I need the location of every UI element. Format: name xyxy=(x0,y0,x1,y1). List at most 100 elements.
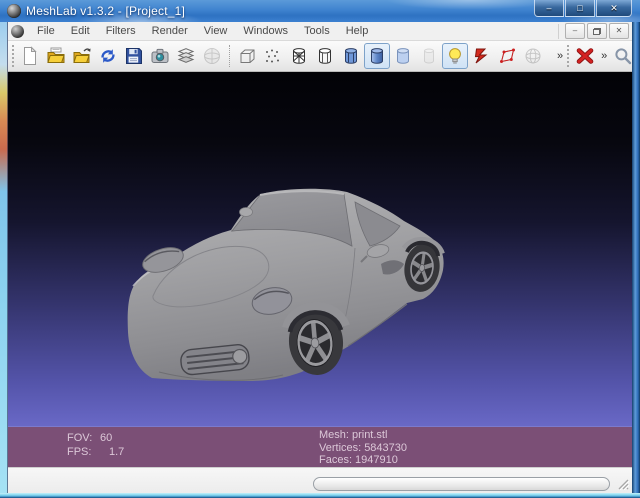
layer-dialog-button[interactable] xyxy=(173,43,199,69)
mdi-minimize-button[interactable]: – xyxy=(565,23,585,39)
search-icon xyxy=(615,48,632,65)
hud-info-bar: FOV: 60 FPS: 1.7 Mesh: print.stl Vertices: 5… xyxy=(8,427,632,467)
hud-mesh-stats: Mesh: print.stl Vertices: 5843730 Faces: 19… xyxy=(319,429,407,467)
trackball-icon xyxy=(525,48,541,64)
fov-label: FOV: xyxy=(67,432,93,444)
menubar-divider xyxy=(558,23,559,39)
meshlab-logo-icon xyxy=(7,4,21,18)
light-toggle-button[interactable] xyxy=(442,43,468,69)
render-hidden-lines-button[interactable] xyxy=(312,43,338,69)
vertices-row: Vertices: 5843730 xyxy=(319,442,407,455)
toolbar-drag-handle[interactable] xyxy=(12,45,14,67)
toolbar-separator xyxy=(229,45,230,67)
render-flat-button[interactable] xyxy=(390,43,416,69)
fps-label: FPS: xyxy=(67,445,92,458)
light-bulb-icon xyxy=(449,48,461,64)
resize-grip-icon[interactable] xyxy=(618,479,629,490)
toolbar-overflow-chevron[interactable]: » xyxy=(554,43,566,69)
menu-view[interactable]: View xyxy=(196,22,236,40)
render-texture-button[interactable] xyxy=(416,43,442,69)
progress-bar xyxy=(313,477,610,491)
left-mirror xyxy=(239,207,253,217)
menu-help[interactable]: Help xyxy=(338,22,377,40)
reload-icon xyxy=(101,49,115,63)
render-points-button[interactable] xyxy=(260,43,286,69)
window-frame-bottom xyxy=(0,493,640,498)
mdi-window-controls: – ✕ xyxy=(563,23,629,39)
menu-render[interactable]: Render xyxy=(144,22,196,40)
render-bbox-button[interactable] xyxy=(234,43,260,69)
globe-icon xyxy=(204,48,220,64)
title-bar[interactable]: MeshLab v1.3.2 - [Project_1] – □ ✕ xyxy=(0,0,640,22)
save-button[interactable] xyxy=(121,43,147,69)
fov-row: FOV: 60 xyxy=(67,432,124,446)
project-window-icon[interactable] xyxy=(11,24,24,38)
window-frame-right xyxy=(632,22,640,493)
render-smooth-button[interactable] xyxy=(364,43,390,69)
window-controls: – □ ✕ xyxy=(533,0,632,17)
car-mesh-model xyxy=(127,188,445,381)
delete-current-mesh-button[interactable] xyxy=(572,43,598,69)
backface-culling-button[interactable] xyxy=(468,43,494,69)
layers-icon xyxy=(177,48,195,63)
menu-file[interactable]: File xyxy=(29,22,63,40)
save-icon xyxy=(126,48,142,64)
fps-value: 1.7 xyxy=(109,445,125,458)
mesh-label: Mesh: xyxy=(319,429,349,441)
window-frame-left xyxy=(0,22,8,493)
fov-value: 60 xyxy=(100,432,113,444)
viewport-canvas[interactable]: FOV: 60 FPS: 1.7 Mesh: print.stl Vertices: 5… xyxy=(8,72,632,467)
mesh-row: Mesh: print.stl xyxy=(319,429,407,442)
menu-tools[interactable]: Tools xyxy=(296,22,338,40)
new-document-icon xyxy=(24,46,37,65)
window-title: MeshLab v1.3.2 - [Project_1] xyxy=(26,4,186,18)
selection-decorator-button[interactable] xyxy=(494,43,520,69)
snapshot-button[interactable] xyxy=(147,43,173,69)
fps-row: FPS: 1.7 xyxy=(67,446,124,460)
search-button[interactable] xyxy=(610,43,636,69)
menu-bar: File Edit Filters Render View Windows To… xyxy=(8,22,632,41)
menu-filters[interactable]: Filters xyxy=(98,22,144,40)
import-mesh-icon xyxy=(73,48,91,63)
mdi-close-button[interactable]: ✕ xyxy=(609,23,629,39)
open-project-button[interactable] xyxy=(43,43,69,69)
new-project-button[interactable] xyxy=(17,43,43,69)
faces-label: Faces: xyxy=(319,454,353,467)
bounding-box-icon xyxy=(240,49,255,63)
render-flat-lines-button[interactable] xyxy=(338,43,364,69)
flat-cylinder-icon xyxy=(397,48,409,64)
reload-button[interactable] xyxy=(95,43,121,69)
status-bar xyxy=(8,467,632,493)
red-edge-mesh-icon xyxy=(500,48,515,63)
toolbar-overflow-chevron[interactable]: » xyxy=(598,43,610,69)
vertices-value: 5843730 xyxy=(364,441,408,454)
points-icon xyxy=(266,49,279,63)
restore-icon xyxy=(593,27,601,35)
menu-windows[interactable]: Windows xyxy=(235,22,296,40)
hidden-lines-cylinder-icon xyxy=(319,48,331,64)
texture-icon xyxy=(424,48,434,64)
minimize-button[interactable]: – xyxy=(534,0,564,17)
mesh-value: print.stl xyxy=(351,429,388,441)
render-wireframe-button[interactable] xyxy=(286,43,312,69)
faces-row: Faces: 1947910 xyxy=(319,454,407,467)
flat-lines-cylinder-icon xyxy=(345,48,357,64)
vertices-label: Vertices: xyxy=(319,441,362,454)
trackball-button[interactable] xyxy=(520,43,546,69)
menu-edit[interactable]: Edit xyxy=(63,22,98,40)
faces-value: 1947910 xyxy=(355,454,398,467)
wireframe-cylinder-icon xyxy=(293,48,305,64)
hud-camera-stats: FOV: 60 FPS: 1.7 xyxy=(67,432,124,459)
mdi-restore-button[interactable] xyxy=(587,23,607,39)
close-button[interactable]: ✕ xyxy=(596,0,632,17)
import-mesh-button[interactable] xyxy=(69,43,95,69)
toolbar-drag-handle[interactable] xyxy=(567,45,570,67)
delete-mesh-red-x-icon xyxy=(576,48,594,64)
raster-mode-button[interactable] xyxy=(199,43,225,69)
camera-icon xyxy=(151,48,169,63)
maximize-button[interactable]: □ xyxy=(565,0,595,17)
main-toolbar: » » xyxy=(8,41,632,72)
red-ribbon-icon xyxy=(474,48,488,64)
open-project-icon xyxy=(47,47,65,63)
meshlab-window: MeshLab v1.3.2 - [Project_1] – □ ✕ File … xyxy=(0,0,640,498)
